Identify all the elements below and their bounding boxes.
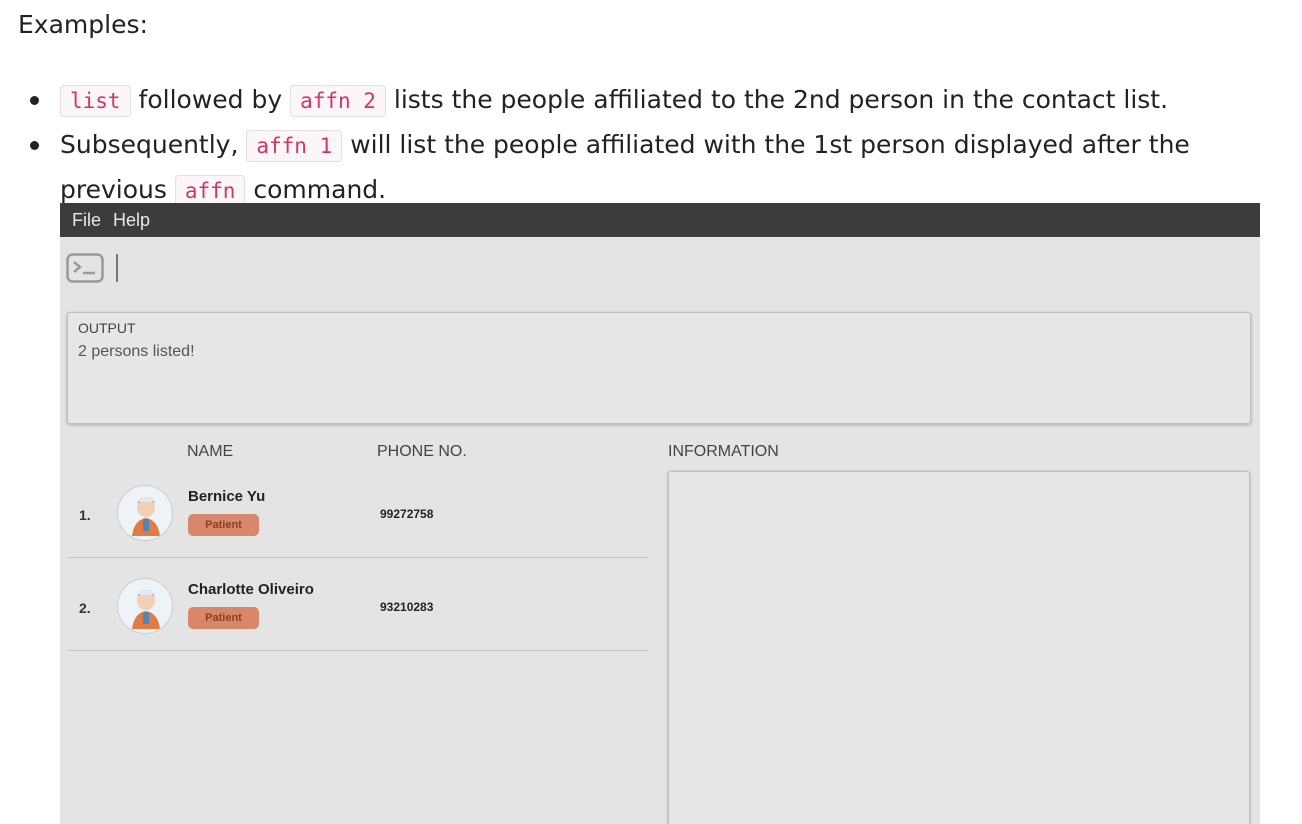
output-panel: OUTPUT 2 persons listed!	[67, 312, 1251, 424]
person-row[interactable]: 1. Bernice Yu Patient 99272758	[67, 465, 649, 558]
person-row[interactable]: 2. Charlotte Oliveiro Patient 93210283	[67, 558, 649, 651]
app-window: File Help OUTPUT 2 persons listed! NAME …	[60, 203, 1260, 824]
output-title: OUTPUT	[78, 320, 136, 336]
list-item: list followed by affn 2 lists the people…	[30, 78, 1270, 123]
person-name: Charlotte Oliveiro	[188, 581, 314, 598]
person-name: Bernice Yu	[188, 488, 266, 505]
information-header: INFORMATION	[668, 443, 779, 460]
command-box[interactable]	[66, 253, 118, 283]
output-text: 2 persons listed!	[78, 343, 195, 360]
terminal-icon	[66, 253, 104, 283]
phone-column-header: PHONE NO.	[377, 443, 467, 460]
list-item: Subsequently, affn 1 will list the peopl…	[30, 123, 1270, 213]
person-list: 1. Bernice Yu Patient 99272758 2. Charlo…	[67, 465, 649, 651]
information-panel	[668, 471, 1250, 824]
name-column-header: NAME	[187, 443, 234, 460]
text-cursor[interactable]	[116, 254, 118, 282]
bullet-icon	[30, 141, 39, 150]
examples-heading: Examples:	[18, 10, 148, 39]
nurse-avatar-icon	[117, 485, 173, 541]
code-snippet: affn 1	[246, 130, 343, 162]
item-text: command.	[253, 175, 387, 204]
person-phone: 99272758	[380, 507, 434, 521]
examples-list: list followed by affn 2 lists the people…	[30, 78, 1270, 213]
item-text: followed by	[138, 85, 283, 114]
menu-help[interactable]: Help	[113, 210, 150, 231]
code-snippet: affn 2	[290, 85, 386, 117]
item-text: Subsequently,	[60, 130, 239, 159]
person-index: 1.	[79, 507, 91, 523]
patient-tag: Patient	[188, 607, 259, 629]
menu-bar: File Help	[60, 203, 1260, 237]
bullet-icon	[30, 96, 39, 105]
patient-tag: Patient	[188, 514, 259, 536]
person-index: 2.	[79, 600, 91, 616]
person-phone: 93210283	[380, 600, 434, 614]
menu-file[interactable]: File	[72, 210, 101, 231]
nurse-avatar-icon	[117, 578, 173, 634]
code-snippet: list	[60, 85, 131, 117]
item-text: lists the people affiliated to the 2nd p…	[393, 85, 1169, 114]
